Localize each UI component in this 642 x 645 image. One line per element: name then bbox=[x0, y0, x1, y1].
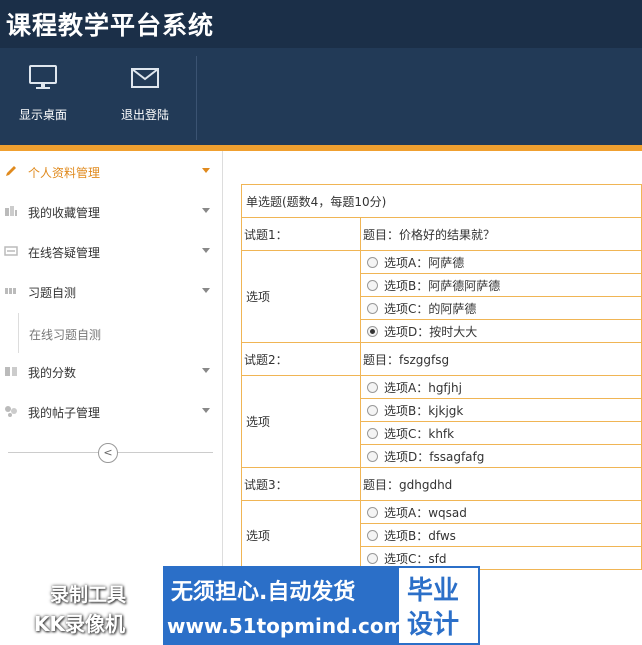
sidebar-collapse-button[interactable]: < bbox=[98, 443, 118, 463]
recorder-watermark: 录制工具 KK录像机 bbox=[30, 578, 165, 645]
app-title: 课程教学平台系统 bbox=[6, 11, 215, 40]
options-label: 选项 bbox=[241, 500, 361, 570]
banner-badge: 毕业 设计 bbox=[399, 568, 478, 643]
question-row: 试题3： 题目：gdhgdhd bbox=[241, 467, 642, 501]
chevron-down-icon bbox=[202, 168, 210, 173]
answer-option[interactable]: 选项D：按时大大 bbox=[360, 319, 642, 343]
option-label: 选项A：hgfjhj bbox=[384, 380, 462, 395]
answer-option[interactable]: 选项B：dfws bbox=[360, 523, 642, 547]
sidebar-item-label: 个人资料管理 bbox=[28, 166, 101, 180]
banner-line1: 无须担心.自动发货 bbox=[171, 580, 356, 605]
badge-line2: 设计 bbox=[407, 610, 460, 640]
option-label: 选项C：khfk bbox=[384, 426, 455, 441]
toolbar-divider bbox=[196, 56, 197, 140]
question-row: 试题2： 题目：fszggfsg bbox=[241, 342, 642, 376]
question-row: 试题1： 题目：价格好的结果就？ bbox=[241, 217, 642, 251]
options-label: 选项 bbox=[241, 250, 361, 343]
question-title: 题目：gdhgdhd bbox=[360, 467, 642, 501]
answer-option[interactable]: 选项D：fssagfafg bbox=[360, 444, 642, 468]
grid-icon bbox=[5, 288, 16, 294]
title-bar: 课程教学平台系统 bbox=[0, 0, 642, 48]
chat-icon bbox=[4, 246, 18, 256]
question-number: 试题3： bbox=[241, 467, 361, 501]
option-label: 选项B：dfws bbox=[384, 528, 456, 543]
radio-button[interactable] bbox=[367, 552, 378, 564]
radio-button[interactable] bbox=[367, 529, 378, 541]
chevron-down-icon bbox=[202, 248, 210, 253]
radio-button[interactable] bbox=[367, 302, 378, 314]
option-label: 选项D：按时大大 bbox=[384, 324, 478, 339]
sidebar-item-scores[interactable]: 我的分数 bbox=[0, 353, 222, 391]
sidebar-item-favorites[interactable]: 我的收藏管理 bbox=[0, 193, 222, 231]
promo-banner: 无须担心.自动发货 www.51topmind.com 毕业 设计 bbox=[163, 566, 480, 645]
chevron-down-icon bbox=[202, 288, 210, 293]
answer-option[interactable]: 选项A：阿萨德 bbox=[360, 250, 642, 274]
chevron-down-icon bbox=[202, 408, 210, 413]
recorder-line2: KK录像机 bbox=[34, 612, 125, 636]
favorites-icon bbox=[5, 206, 17, 216]
monitor-icon bbox=[29, 65, 57, 89]
option-row: 选项 选项A：阿萨德 bbox=[241, 250, 642, 343]
sidebar-item-self-test[interactable]: 习题自测 bbox=[0, 273, 222, 311]
quiz-header: 单选题(题数4，每题10分) bbox=[241, 184, 642, 218]
answer-option[interactable]: 选项A：wqsad bbox=[360, 500, 642, 524]
answer-option[interactable]: 选项A：hgfjhj bbox=[360, 375, 642, 399]
show-desktop-label: 显示桌面 bbox=[18, 108, 67, 122]
radio-button[interactable] bbox=[367, 256, 378, 268]
quiz-header-row: 单选题(题数4，每题10分) bbox=[241, 184, 642, 218]
option-label: 选项C：的阿萨德 bbox=[384, 301, 477, 316]
envelope-icon bbox=[131, 68, 159, 88]
option-label: 选项B：阿萨德阿萨德 bbox=[384, 278, 501, 293]
option-label: 选项A：wqsad bbox=[384, 505, 467, 520]
radio-button[interactable] bbox=[367, 427, 378, 439]
sidebar-item-profile[interactable]: 个人资料管理 bbox=[0, 153, 222, 191]
radio-button[interactable] bbox=[367, 404, 378, 416]
sidebar-item-qa[interactable]: 在线答疑管理 bbox=[0, 233, 222, 271]
option-label: 选项B：kjkjgk bbox=[384, 403, 464, 418]
chevron-down-icon bbox=[202, 208, 210, 213]
sidebar-item-label: 习题自测 bbox=[28, 286, 77, 300]
logout-button[interactable]: 退出登陆 bbox=[96, 56, 194, 136]
option-label: 选项C：sfd bbox=[384, 551, 447, 566]
answer-option[interactable]: 选项C：的阿萨德 bbox=[360, 296, 642, 320]
option-row: 选项 选项A：wqsad bbox=[241, 500, 642, 570]
sidebar-item-label: 我的帖子管理 bbox=[28, 406, 101, 420]
question-number: 试题2： bbox=[241, 342, 361, 376]
sidebar-item-label: 在线答疑管理 bbox=[28, 246, 101, 260]
logout-label: 退出登陆 bbox=[120, 108, 169, 122]
sidebar-subitem-online-test[interactable]: 在线习题自测 bbox=[18, 313, 218, 353]
option-label: 选项A：阿萨德 bbox=[384, 255, 465, 270]
recorder-line1: 录制工具 bbox=[50, 584, 127, 606]
option-row: 选项 选项A：hgfjhj bbox=[241, 375, 642, 468]
badge-line1: 毕业 bbox=[407, 576, 460, 606]
question-title: 题目：fszggfsg bbox=[360, 342, 642, 376]
sidebar-item-label: 我的收藏管理 bbox=[28, 206, 101, 220]
radio-button[interactable] bbox=[367, 325, 378, 337]
radio-button[interactable] bbox=[367, 279, 378, 291]
answer-option[interactable]: 选项B：kjkjgk bbox=[360, 398, 642, 422]
sidebar-item-posts[interactable]: 我的帖子管理 bbox=[0, 393, 222, 431]
banner-line2: www.51topmind.com bbox=[167, 614, 405, 638]
posts-icon bbox=[5, 406, 17, 417]
options-label: 选项 bbox=[241, 375, 361, 468]
answer-option[interactable]: 选项C：khfk bbox=[360, 421, 642, 445]
radio-button[interactable] bbox=[367, 450, 378, 462]
pencil-icon bbox=[6, 166, 16, 176]
chevron-down-icon bbox=[202, 368, 210, 373]
scores-icon bbox=[5, 367, 17, 376]
question-title: 题目：价格好的结果就？ bbox=[360, 217, 642, 251]
chevron-left-icon: < bbox=[103, 446, 113, 459]
radio-button[interactable] bbox=[367, 506, 378, 518]
question-number: 试题1： bbox=[241, 217, 361, 251]
answer-option[interactable]: 选项B：阿萨德阿萨德 bbox=[360, 273, 642, 297]
option-label: 选项D：fssagfafg bbox=[384, 449, 485, 464]
quiz-table: 单选题(题数4，每题10分) 试题1： 题目：价格好的结果就？ 选项 选项A：阿萨德选… bbox=[241, 184, 642, 570]
sidebar-item-label: 我的分数 bbox=[28, 366, 77, 380]
sidebar-subitem-label: 在线习题自测 bbox=[29, 328, 102, 342]
radio-button[interactable] bbox=[367, 381, 378, 393]
show-desktop-button[interactable]: 显示桌面 bbox=[0, 56, 92, 136]
